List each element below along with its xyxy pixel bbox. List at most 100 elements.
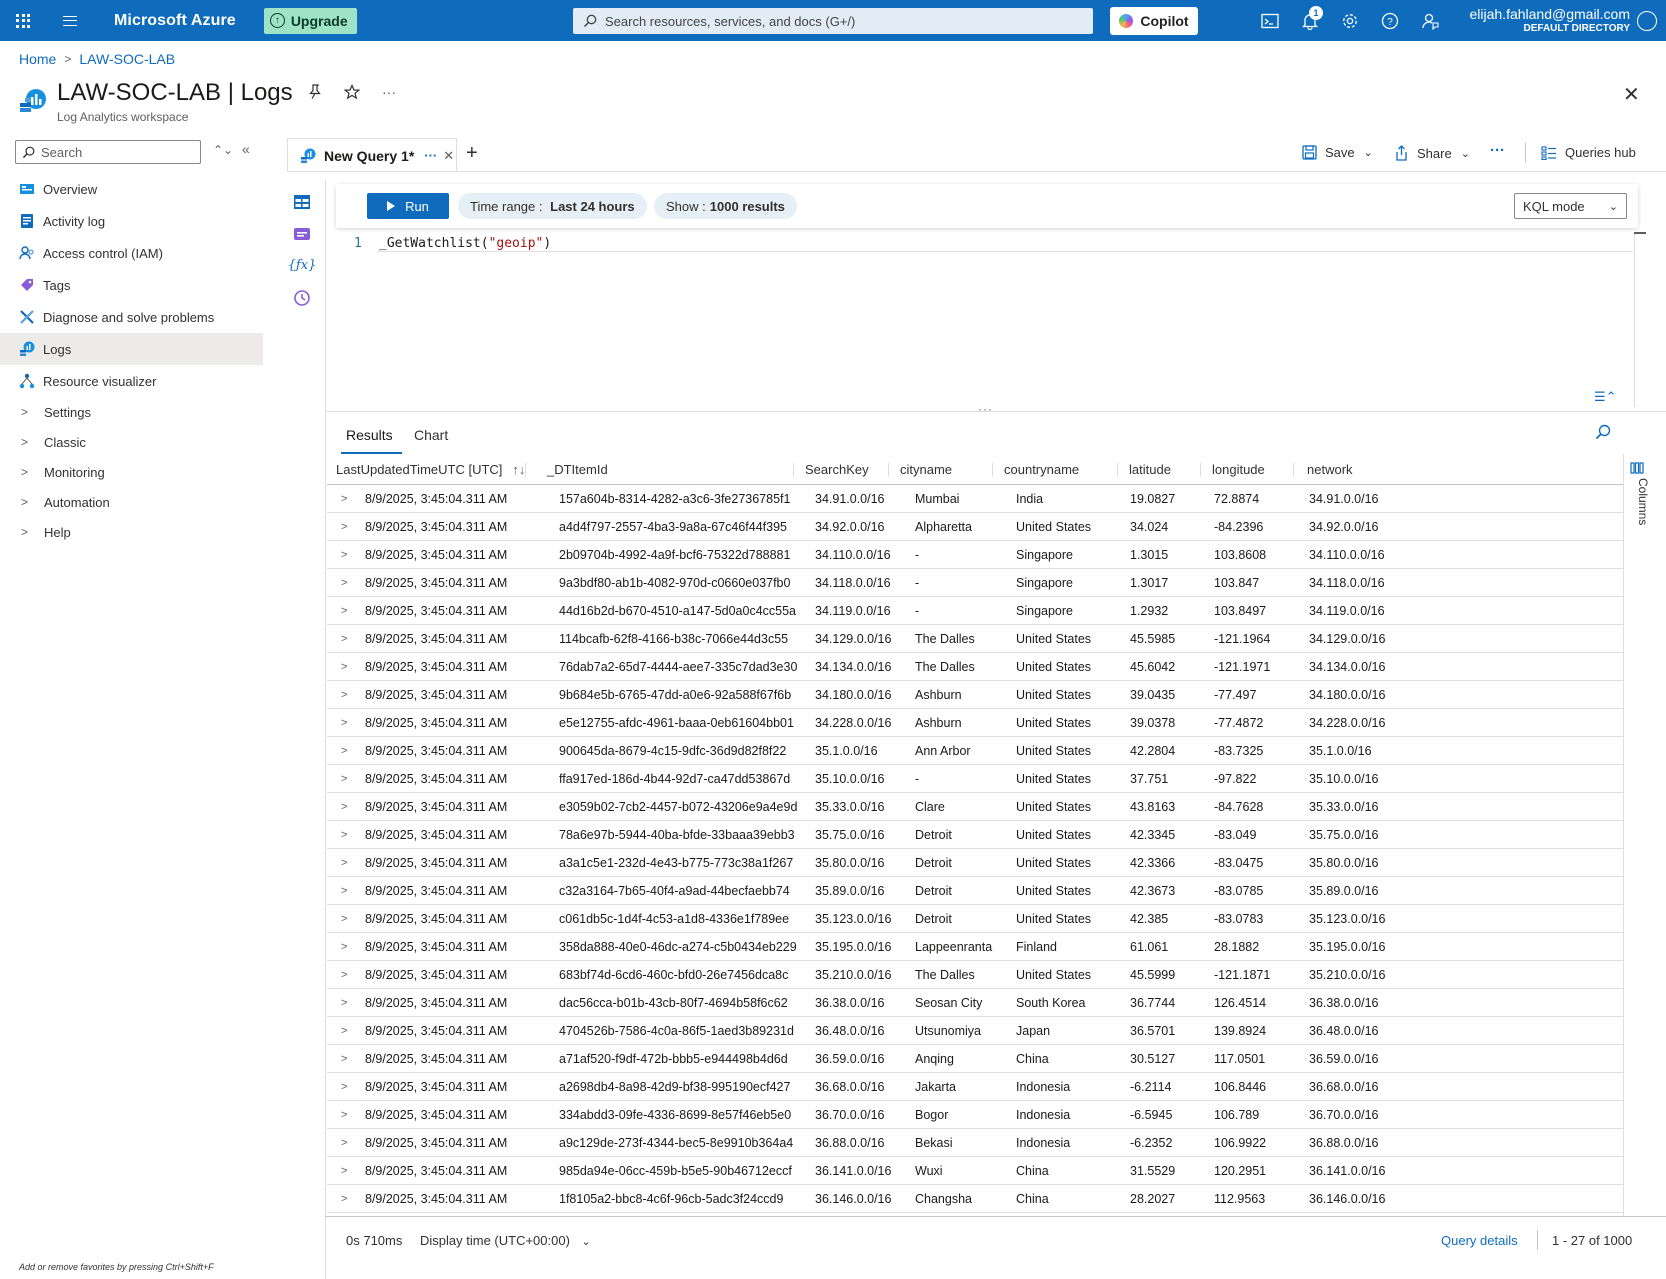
results-splitter[interactable] — [325, 411, 1666, 412]
splitter-handle-icon[interactable]: ··· — [978, 402, 993, 416]
expand-row-chevron-icon[interactable]: > — [341, 821, 347, 849]
sidebar-group-monitoring[interactable]: > Monitoring — [0, 457, 263, 487]
tab-close-icon[interactable]: ✕ — [443, 148, 454, 164]
sidebar-item-tags[interactable]: Tags — [0, 269, 263, 301]
table-row[interactable]: >8/9/2025, 3:45:04.311 AM dac56cca-b01b-4… — [327, 989, 1623, 1017]
sort-icon[interactable]: ↑↓ — [512, 462, 525, 477]
query-details-link[interactable]: Query details — [1441, 1233, 1518, 1248]
tables-icon[interactable] — [292, 192, 312, 211]
table-row[interactable]: >8/9/2025, 3:45:04.311 AM 78a6e97b-5944-4… — [327, 821, 1623, 849]
expand-row-chevron-icon[interactable]: > — [341, 513, 347, 541]
functions-icon[interactable]: {ƒx} — [288, 256, 317, 275]
column-header[interactable]: latitude — [1129, 454, 1171, 485]
expand-row-chevron-icon[interactable]: > — [341, 877, 347, 905]
table-row[interactable]: >8/9/2025, 3:45:04.311 AM 9a3bdf80-ab1b-4… — [327, 569, 1623, 597]
table-row[interactable]: >8/9/2025, 3:45:04.311 AM 683bf74d-6cd6-4… — [327, 961, 1623, 989]
table-row[interactable]: >8/9/2025, 3:45:04.311 AM 157a604b-8314-4… — [327, 485, 1623, 513]
expand-row-chevron-icon[interactable]: > — [341, 569, 347, 597]
sidebar-group-settings[interactable]: > Settings — [0, 397, 263, 427]
expand-row-chevron-icon[interactable]: > — [341, 709, 347, 737]
more-options-icon[interactable]: ··· — [382, 84, 396, 105]
table-row[interactable]: >8/9/2025, 3:45:04.311 AM a3a1c5e1-232d-4… — [327, 849, 1623, 877]
favorite-star-icon[interactable] — [343, 84, 361, 105]
table-row[interactable]: >8/9/2025, 3:45:04.311 AM a2698db4-8a98-4… — [327, 1073, 1623, 1101]
expand-row-chevron-icon[interactable]: > — [341, 1157, 347, 1185]
expand-row-chevron-icon[interactable]: > — [341, 1129, 347, 1157]
sidebar-item-resource-visualizer[interactable]: Resource visualizer — [0, 365, 263, 397]
expand-row-chevron-icon[interactable]: > — [341, 1073, 347, 1101]
column-header[interactable]: SearchKey — [805, 454, 869, 485]
expand-row-chevron-icon[interactable]: > — [341, 541, 347, 569]
table-row[interactable]: >8/9/2025, 3:45:04.311 AM 44d16b2d-b670-4… — [327, 597, 1623, 625]
results-search-icon[interactable] — [1595, 424, 1611, 443]
table-row[interactable]: >8/9/2025, 3:45:04.311 AM 114bcafb-62f8-4… — [327, 625, 1623, 653]
upgrade-button[interactable]: ↑ Upgrade — [263, 7, 357, 34]
notifications-button[interactable]: 1 — [1290, 0, 1330, 41]
queries-hub-button[interactable]: Queries hub — [1541, 145, 1636, 160]
expand-row-chevron-icon[interactable]: > — [341, 681, 347, 709]
column-header[interactable]: _DTItemId — [547, 454, 608, 485]
expand-row-chevron-icon[interactable]: > — [341, 737, 347, 765]
expand-row-chevron-icon[interactable]: > — [341, 1101, 347, 1129]
expand-row-chevron-icon[interactable]: > — [341, 597, 347, 625]
close-blade-button[interactable]: ✕ — [1623, 82, 1640, 107]
expand-row-chevron-icon[interactable]: > — [341, 653, 347, 681]
sidebar-item-diagnose[interactable]: Diagnose and solve problems — [0, 301, 263, 333]
editor-scrollbar[interactable] — [1634, 232, 1635, 407]
portal-menu-button[interactable] — [0, 0, 46, 41]
columns-panel[interactable] — [1623, 454, 1666, 1216]
table-row[interactable]: >8/9/2025, 3:45:04.311 AM c061db5c-1d4f-4… — [327, 905, 1623, 933]
tab-more-icon[interactable]: ··· — [424, 148, 437, 163]
expand-row-chevron-icon[interactable]: > — [341, 765, 347, 793]
column-header[interactable]: countryname — [1004, 454, 1079, 485]
help-button[interactable]: ? — [1370, 0, 1410, 41]
settings-button[interactable] — [1330, 0, 1370, 41]
sidebar-collapse-icon[interactable]: « — [242, 141, 250, 157]
table-row[interactable]: >8/9/2025, 3:45:04.311 AM 334abdd3-09fe-4… — [327, 1101, 1623, 1129]
global-search-input[interactable]: Search resources, services, and docs (G+… — [573, 8, 1093, 34]
copilot-button[interactable]: Copilot — [1110, 7, 1198, 35]
expand-row-chevron-icon[interactable]: > — [341, 1017, 347, 1045]
sidebar-search-input[interactable]: Search — [15, 140, 201, 164]
table-row[interactable]: >8/9/2025, 3:45:04.311 AM 76dab7a2-65d7-4… — [327, 653, 1623, 681]
table-row[interactable]: >8/9/2025, 3:45:04.311 AM 1f8105a2-bbc8-4… — [327, 1185, 1623, 1213]
expand-row-chevron-icon[interactable]: > — [341, 625, 347, 653]
sidebar-item-activity-log[interactable]: Activity log — [0, 205, 263, 237]
table-row[interactable]: >8/9/2025, 3:45:04.311 AM a9c129de-273f-4… — [327, 1129, 1623, 1157]
result-limit-picker[interactable]: Show : 1000 results — [654, 193, 797, 219]
table-row[interactable]: >8/9/2025, 3:45:04.311 AM 358da888-40e0-4… — [327, 933, 1623, 961]
expand-row-chevron-icon[interactable]: > — [341, 989, 347, 1017]
kql-mode-select[interactable]: KQL mode ⌄ — [1514, 193, 1627, 219]
column-header[interactable]: cityname — [900, 454, 952, 485]
toolbar-more-button[interactable]: ··· — [1490, 142, 1505, 159]
sidebar-group-classic[interactable]: > Classic — [0, 427, 263, 457]
editor-scroll-thumb[interactable] — [1634, 232, 1646, 234]
breadcrumb-home-link[interactable]: Home — [19, 51, 56, 67]
brand-title[interactable]: Microsoft Azure — [114, 12, 236, 30]
table-row[interactable]: >8/9/2025, 3:45:04.311 AM a71af520-f9df-4… — [327, 1045, 1623, 1073]
expand-row-chevron-icon[interactable]: > — [341, 933, 347, 961]
account-menu[interactable]: elijah.fahland@gmail.com DEFAULT DIRECTO… — [1440, 6, 1630, 34]
sidebar-item-logs[interactable]: Logs — [0, 333, 263, 365]
history-icon[interactable] — [292, 288, 312, 307]
share-button[interactable]: Share ⌄ — [1394, 145, 1470, 161]
pin-icon[interactable] — [308, 84, 322, 105]
table-row[interactable]: >8/9/2025, 3:45:04.311 AM 2b09704b-4992-4… — [327, 541, 1623, 569]
time-range-picker[interactable]: Time range : Last 24 hours — [458, 193, 647, 219]
expand-row-chevron-icon[interactable]: > — [341, 793, 347, 821]
column-header[interactable]: network — [1307, 454, 1353, 485]
table-row[interactable]: >8/9/2025, 3:45:04.311 AM 4704526b-7586-4… — [327, 1017, 1623, 1045]
expand-row-chevron-icon[interactable]: > — [341, 1045, 347, 1073]
table-row[interactable]: >8/9/2025, 3:45:04.311 AM e3059b02-7cb2-4… — [327, 793, 1623, 821]
table-row[interactable]: >8/9/2025, 3:45:04.311 AM 9b684e5b-6765-4… — [327, 681, 1623, 709]
column-header[interactable]: LastUpdatedTimeUTC [UTC] ↑↓ — [336, 454, 525, 485]
add-tab-button[interactable]: + — [466, 142, 478, 165]
breadcrumb-workspace-link[interactable]: LAW-SOC-LAB — [79, 51, 175, 67]
sidebar-item-iam[interactable]: Access control (IAM) — [0, 237, 263, 269]
table-row[interactable]: >8/9/2025, 3:45:04.311 AM a4d4f797-2557-4… — [327, 513, 1623, 541]
columns-icon[interactable] — [1630, 462, 1644, 477]
expand-row-chevron-icon[interactable]: > — [341, 905, 347, 933]
queries-icon[interactable] — [292, 224, 312, 243]
expand-row-chevron-icon[interactable]: > — [341, 961, 347, 989]
display-time-select[interactable]: Display time (UTC+00:00) ⌄ — [420, 1233, 591, 1248]
